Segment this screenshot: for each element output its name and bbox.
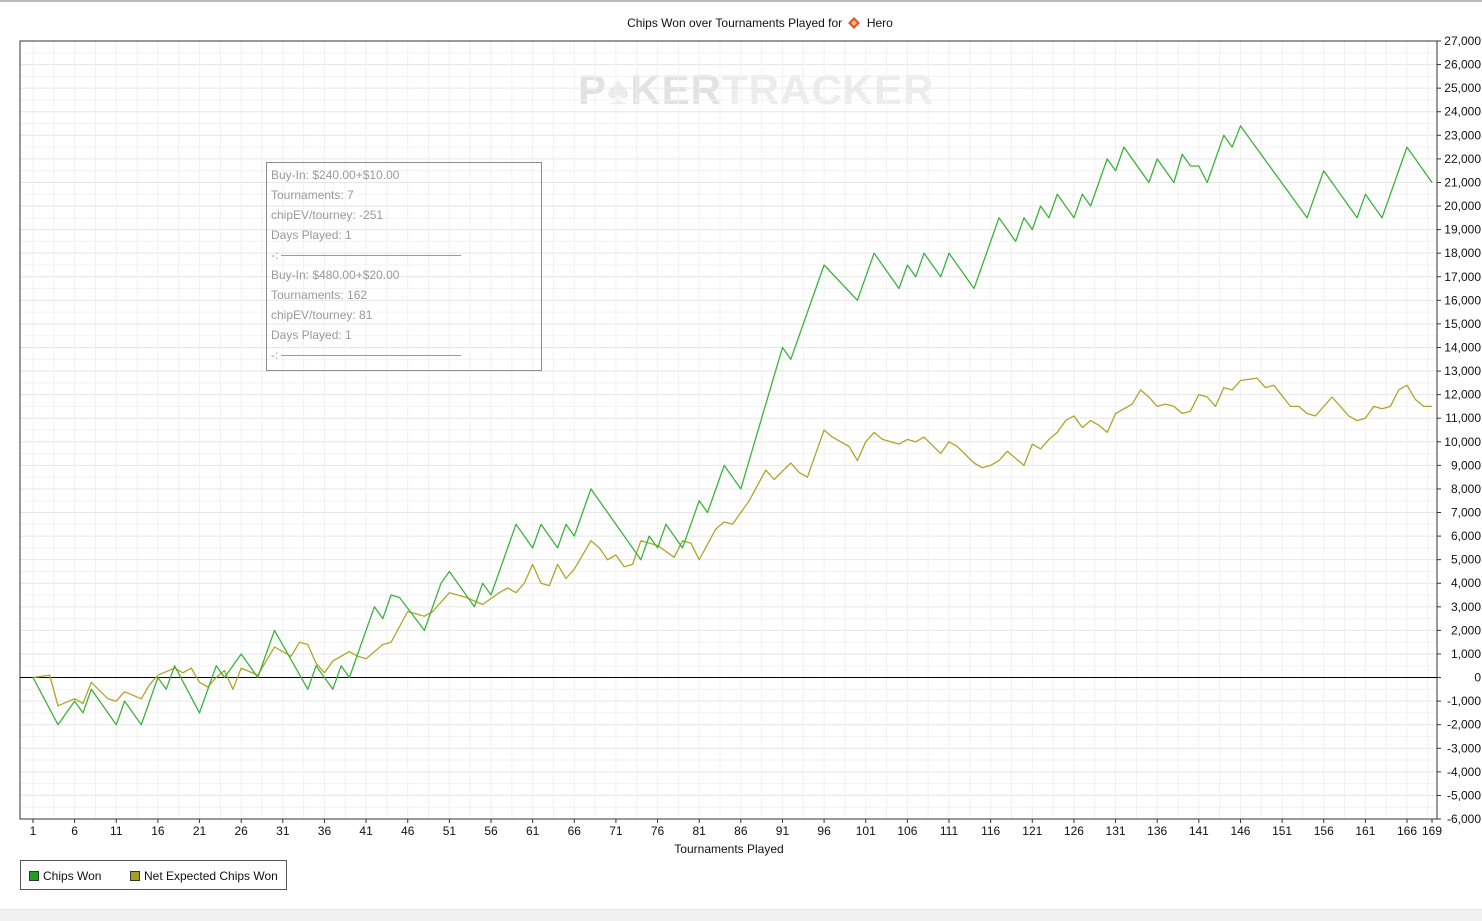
y-tick-label: 24,000 xyxy=(1444,105,1481,119)
y-tick-label: -1,000 xyxy=(1447,694,1481,708)
chipev-line: chipEV/tourney: 81 xyxy=(271,308,373,322)
y-tick-label: 10,000 xyxy=(1444,435,1481,449)
tournaments-line: Tournaments: 7 xyxy=(271,188,354,202)
x-tick-label: 16 xyxy=(151,824,165,838)
x-tick-label: 146 xyxy=(1230,824,1250,838)
x-tick-label: 61 xyxy=(526,824,540,838)
legend-label: Chips Won xyxy=(43,869,102,883)
buyin-line: Buy-In: $480.00+$20.00 xyxy=(271,268,400,282)
x-tick-label: 101 xyxy=(856,824,876,838)
x-tick-label: 6 xyxy=(71,824,78,838)
chart-grid xyxy=(20,40,1437,820)
chart-canvas: 27,000 26,000 25,000 24,000 23,000 22,000 21,0… xyxy=(19,34,1481,838)
x-tick-label: 106 xyxy=(897,824,917,838)
y-tick-label: -3,000 xyxy=(1447,741,1481,755)
x-tick-label: 11 xyxy=(110,824,123,838)
x-tick-label: 169 xyxy=(1422,824,1442,838)
buyin-info-group-1: Buy-In: $240.00+$10.00 Tournaments: 7 ch… xyxy=(271,168,541,268)
x-axis: 1 6 11 16 21 26 31 36 41 46 51 56 61 66 71 76 81 86 91 96 10… xyxy=(30,819,1442,838)
y-tick-label: 23,000 xyxy=(1444,128,1481,142)
legend-item-net-expected[interactable]: Net Expected Chips Won xyxy=(130,869,278,883)
x-tick-label: 76 xyxy=(651,824,665,838)
x-tick-label: 26 xyxy=(235,824,249,838)
y-tick-label: 3,000 xyxy=(1451,600,1481,614)
x-tick-label: 111 xyxy=(940,824,959,838)
status-bar xyxy=(0,909,1482,921)
buyin-line: Buy-In: $240.00+$10.00 xyxy=(271,168,400,182)
x-tick-label: 156 xyxy=(1314,824,1334,838)
separator-line: -: xyxy=(271,248,541,268)
y-tick-label: -6,000 xyxy=(1447,812,1481,826)
x-tick-label: 86 xyxy=(734,824,748,838)
chart-legend: Chips Won Net Expected Chips Won xyxy=(20,860,287,890)
y-tick-label: 13,000 xyxy=(1444,364,1481,378)
x-tick-label: 126 xyxy=(1064,824,1084,838)
y-tick-label: 26,000 xyxy=(1444,58,1481,72)
days-played-line: Days Played: 1 xyxy=(271,228,352,242)
legend-item-chips-won[interactable]: Chips Won xyxy=(29,869,101,883)
y-tick-label: 2,000 xyxy=(1451,623,1481,637)
x-tick-label: 66 xyxy=(568,824,582,838)
x-tick-label: 31 xyxy=(276,824,290,838)
x-tick-label: 151 xyxy=(1272,824,1292,838)
series-line-chips-won xyxy=(32,125,1433,726)
y-tick-label: 22,000 xyxy=(1444,152,1481,166)
x-tick-label: 56 xyxy=(484,824,498,838)
buyin-info-group-2: Buy-In: $480.00+$20.00 Tournaments: 162 … xyxy=(271,268,541,368)
x-tick-label: 166 xyxy=(1397,824,1417,838)
y-tick-label: 21,000 xyxy=(1444,175,1481,189)
y-tick-label: 9,000 xyxy=(1451,458,1481,472)
x-tick-label: 71 xyxy=(609,824,623,838)
x-tick-label: 136 xyxy=(1147,824,1167,838)
x-tick-label: 116 xyxy=(981,824,1000,838)
y-tick-label: 16,000 xyxy=(1444,293,1481,307)
x-axis-label: Tournaments Played xyxy=(674,842,784,856)
x-tick-label: 46 xyxy=(401,824,415,838)
y-tick-label: 19,000 xyxy=(1444,223,1481,237)
y-tick-label: 12,000 xyxy=(1444,388,1481,402)
y-tick-label: -4,000 xyxy=(1447,765,1481,779)
x-tick-label: 96 xyxy=(817,824,831,838)
y-tick-label: 6,000 xyxy=(1451,529,1481,543)
series-layer xyxy=(32,125,1433,726)
x-tick-label: 51 xyxy=(443,824,457,838)
y-tick-label: 5,000 xyxy=(1451,553,1481,567)
y-tick-label: 17,000 xyxy=(1444,270,1481,284)
y-tick-label: -2,000 xyxy=(1447,718,1481,732)
y-tick-label: 20,000 xyxy=(1444,199,1481,213)
chipev-line: chipEV/tourney: -251 xyxy=(271,208,384,222)
x-tick-label: 161 xyxy=(1355,824,1375,838)
x-tick-label: 121 xyxy=(1022,824,1042,838)
legend-swatch-chips-won xyxy=(29,871,39,881)
x-tick-label: 81 xyxy=(693,824,707,838)
y-tick-label: 0 xyxy=(1474,671,1481,685)
x-tick-label: 131 xyxy=(1106,824,1126,838)
y-tick-label: 18,000 xyxy=(1444,246,1481,260)
x-tick-label: 1 xyxy=(30,824,37,838)
x-tick-label: 41 xyxy=(359,824,373,838)
buyin-info-box: Buy-In: $240.00+$10.00 Tournaments: 7 ch… xyxy=(266,162,542,371)
y-tick-label: 14,000 xyxy=(1444,340,1481,354)
x-tick-label: 36 xyxy=(318,824,332,838)
y-tick-label: 8,000 xyxy=(1451,482,1481,496)
x-tick-label: 91 xyxy=(776,824,790,838)
tournaments-line: Tournaments: 162 xyxy=(271,288,368,302)
days-played-line: Days Played: 1 xyxy=(271,328,352,342)
legend-swatch-net-expected xyxy=(130,871,140,881)
y-axis: 27,000 26,000 25,000 24,000 23,000 22,000 21,0… xyxy=(1437,34,1481,826)
separator-line: -: xyxy=(271,348,541,368)
x-tick-label: 21 xyxy=(193,824,207,838)
y-tick-label: 25,000 xyxy=(1444,81,1481,95)
y-tick-label: 4,000 xyxy=(1451,576,1481,590)
legend-label: Net Expected Chips Won xyxy=(144,869,278,883)
y-tick-label: -5,000 xyxy=(1447,788,1481,802)
x-tick-label: 141 xyxy=(1189,824,1209,838)
y-tick-label: 11,000 xyxy=(1445,411,1481,425)
y-tick-label: 7,000 xyxy=(1451,506,1481,520)
y-tick-label: 1,000 xyxy=(1451,647,1481,661)
y-tick-label: 27,000 xyxy=(1444,34,1481,48)
y-tick-label: 15,000 xyxy=(1444,317,1481,331)
